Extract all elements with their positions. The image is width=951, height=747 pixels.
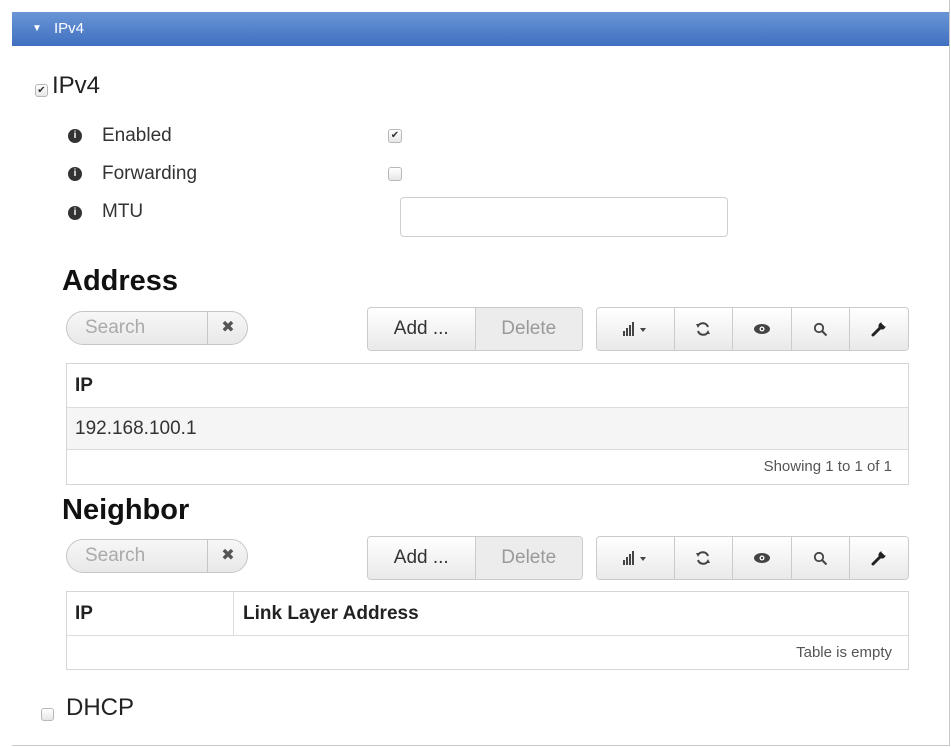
address-table: IP 192.168.100.1 Showing 1 to 1 of 1 — [66, 363, 909, 485]
info-icon[interactable]: i — [68, 129, 82, 143]
address-search-input[interactable] — [67, 312, 225, 344]
signal-dropdown-icon[interactable] — [597, 308, 674, 350]
delete-button[interactable]: Delete — [474, 308, 582, 350]
info-icon[interactable]: i — [68, 167, 82, 181]
ipv4-checkbox[interactable]: ✔ — [35, 84, 48, 97]
forwarding-label: Forwarding — [102, 163, 198, 184]
wrench-icon[interactable] — [849, 537, 908, 579]
delete-button[interactable]: Delete — [474, 537, 582, 579]
mtu-label: MTU — [102, 201, 144, 222]
ipv4-group-label: IPv4 — [52, 72, 101, 99]
neighbor-table-toolbar — [596, 536, 909, 580]
section-header-bar[interactable]: ▼ IPv4 — [12, 12, 949, 46]
column-divider — [233, 592, 234, 636]
add-button[interactable]: Add ... — [368, 537, 475, 579]
column-header-ip: IP — [75, 603, 93, 624]
mtu-input[interactable] — [400, 197, 728, 237]
address-heading: Address — [62, 265, 179, 297]
search-icon[interactable] — [790, 537, 850, 579]
table-row[interactable]: 192.168.100.1 — [67, 408, 908, 450]
section-title: IPv4 — [54, 20, 85, 37]
enabled-label: Enabled — [102, 125, 172, 146]
neighbor-heading: Neighbor — [62, 494, 190, 526]
wrench-icon[interactable] — [849, 308, 908, 350]
table-header-row: IP — [67, 364, 908, 408]
info-icon[interactable]: i — [68, 206, 82, 220]
neighbor-search: ✖ — [66, 539, 248, 573]
search-icon[interactable] — [790, 308, 850, 350]
address-action-buttons: Add ... Delete — [367, 307, 583, 351]
clear-search-icon[interactable]: ✖ — [207, 312, 247, 344]
enabled-checkbox[interactable]: ✔ — [388, 129, 402, 143]
table-footer: Showing 1 to 1 of 1 — [67, 450, 908, 484]
ipv4-panel: ▼ IPv4 ✔ IPv4 i Enabled ✔ i Forwarding i… — [12, 0, 950, 746]
neighbor-table: IP Link Layer Address Table is empty — [66, 591, 909, 670]
signal-dropdown-icon[interactable] — [597, 537, 674, 579]
neighbor-search-input[interactable] — [67, 540, 225, 572]
add-button[interactable]: Add ... — [368, 308, 475, 350]
table-footer: Table is empty — [67, 636, 908, 669]
ip-cell: 192.168.100.1 — [75, 418, 197, 439]
collapse-triangle-icon[interactable]: ▼ — [32, 12, 42, 46]
column-header-ip: IP — [75, 375, 93, 396]
table-header-row: IP Link Layer Address — [67, 592, 908, 636]
refresh-icon[interactable] — [673, 308, 733, 350]
dhcp-checkbox[interactable] — [41, 708, 54, 721]
eye-icon[interactable] — [732, 308, 791, 350]
table-empty-text: Table is empty — [796, 644, 892, 661]
neighbor-action-buttons: Add ... Delete — [367, 536, 583, 580]
column-header-link-layer-address: Link Layer Address — [243, 603, 419, 624]
address-table-toolbar — [596, 307, 909, 351]
dhcp-group-label: DHCP — [66, 694, 135, 721]
clear-search-icon[interactable]: ✖ — [207, 540, 247, 572]
refresh-icon[interactable] — [673, 537, 733, 579]
address-search: ✖ — [66, 311, 248, 345]
eye-icon[interactable] — [732, 537, 791, 579]
forwarding-checkbox[interactable] — [388, 167, 402, 181]
pagination-info: Showing 1 to 1 of 1 — [763, 458, 892, 475]
